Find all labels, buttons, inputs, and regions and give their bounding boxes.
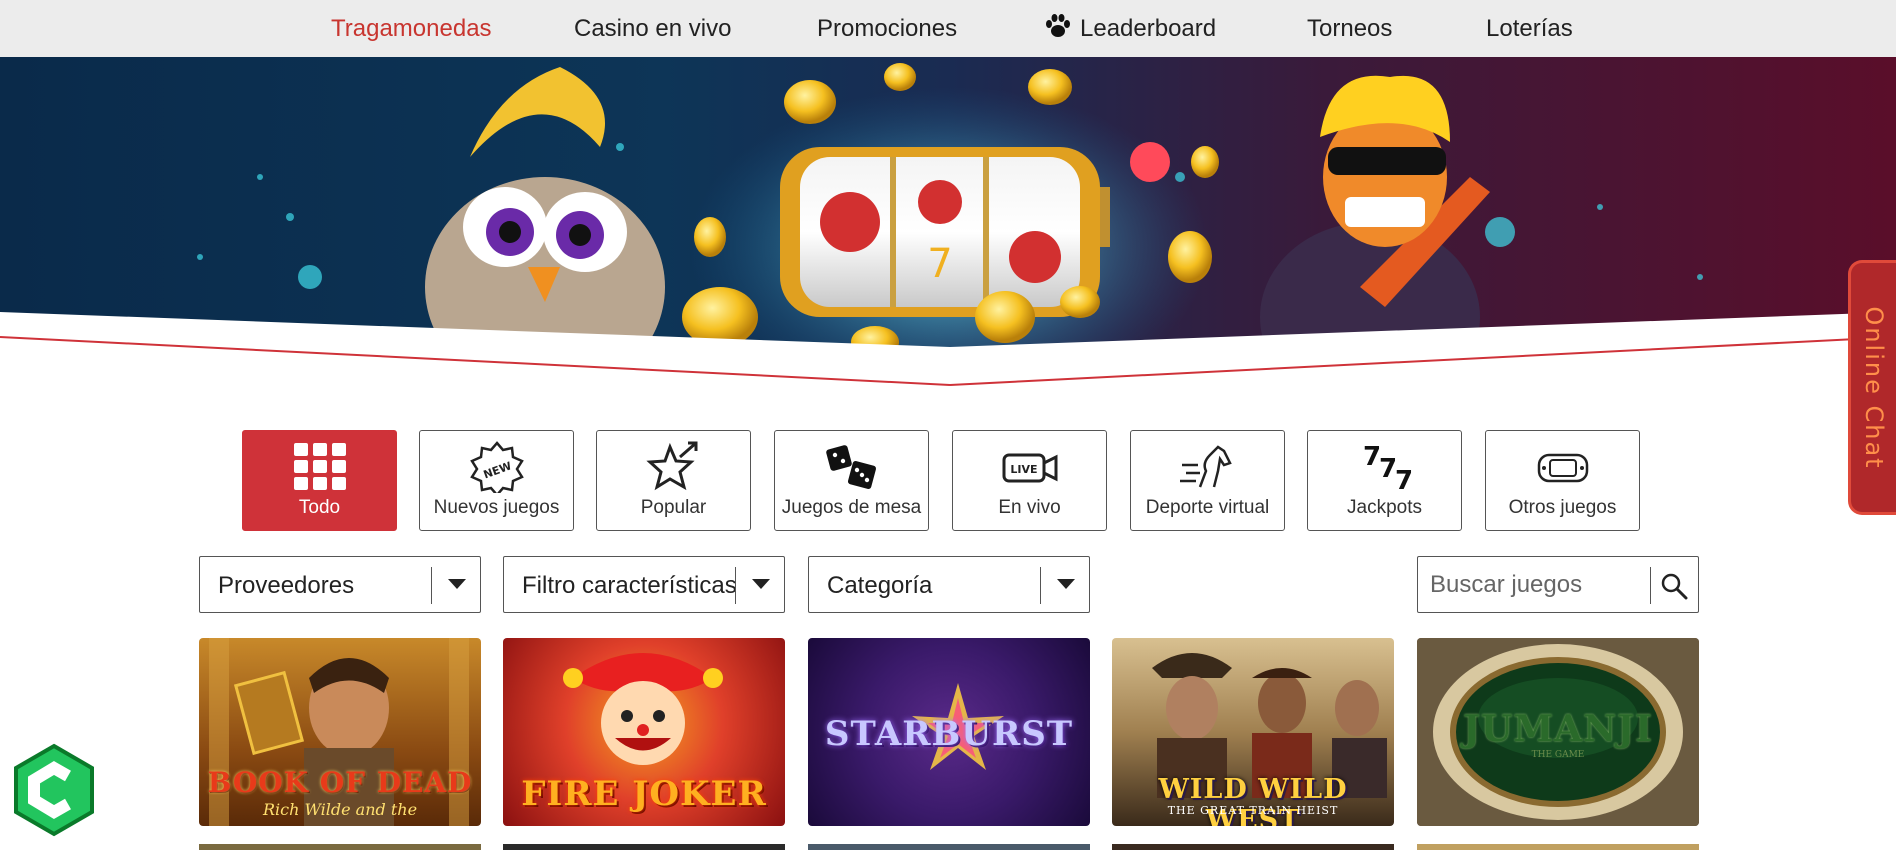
nav-item-leaderboard[interactable]: Leaderboard — [1044, 0, 1216, 57]
dropdown-separator — [735, 567, 736, 604]
horse-icon — [1179, 445, 1232, 488]
category-juegos-de-mesa-label: Juegos de mesa — [781, 497, 922, 518]
category-jackpots[interactable]: 7 7 7 Jackpots — [1307, 430, 1462, 531]
providers-dropdown-label: Proveedores — [218, 572, 355, 599]
features-filter-dropdown-label: Filtro características — [522, 572, 737, 599]
online-chat-tab[interactable]: Online Chat — [1848, 260, 1896, 515]
game-tile-partial[interactable] — [503, 844, 785, 850]
gamepad-icon — [1537, 453, 1588, 483]
game-subtitle: THE GAME — [1531, 750, 1585, 760]
chevron-down-icon — [752, 579, 770, 589]
svg-text:LIVE: LIVE — [1010, 463, 1037, 476]
category-en-vivo-label: En vivo — [998, 497, 1061, 518]
svg-text:NEW: NEW — [481, 459, 513, 481]
nav-item-casino-en-vivo[interactable]: Casino en vivo — [574, 0, 731, 57]
category-deporte-virtual[interactable]: Deporte virtual — [1130, 430, 1285, 531]
game-tile-partial[interactable] — [1112, 844, 1394, 850]
search-icon[interactable] — [1660, 572, 1688, 600]
hero-artwork: 7 — [0, 57, 1896, 387]
game-title: BOOK OF DEAD — [207, 766, 473, 799]
nav-item-tragamonedas[interactable]: Tragamonedas — [331, 0, 492, 57]
game-search-box — [1417, 556, 1699, 613]
game-subtitle: THE GREAT TRAIN HEIST — [1167, 804, 1339, 817]
svg-text:7: 7 — [927, 241, 952, 287]
dropdown-separator — [431, 567, 432, 604]
nav-item-loterias[interactable]: Loterías — [1486, 0, 1573, 57]
nav-item-promociones[interactable]: Promociones — [817, 0, 957, 57]
game-title: JUMANJI — [1463, 708, 1653, 750]
game-subtitle: Rich Wilde and the — [262, 800, 418, 819]
nav-item-torneos[interactable]: Torneos — [1307, 0, 1392, 57]
game-tile-starburst[interactable]: STARBURST — [808, 638, 1090, 826]
category-popular[interactable]: Popular — [596, 430, 751, 531]
online-chat-label: Online Chat — [1859, 305, 1888, 470]
category-otros-juegos-label: Otros juegos — [1508, 497, 1617, 518]
chevron-down-icon — [1057, 579, 1075, 589]
search-input[interactable] — [1430, 565, 1640, 605]
game-tile-jumanji[interactable]: JUMANJI THE GAME — [1417, 638, 1699, 826]
chevron-down-icon — [448, 579, 466, 589]
providers-dropdown[interactable]: Proveedores — [199, 556, 481, 613]
paw-icon — [1046, 14, 1070, 37]
dice-icon — [825, 445, 876, 490]
category-popular-label: Popular — [640, 497, 707, 518]
category-otros-juegos[interactable]: Otros juegos — [1485, 430, 1640, 531]
game-tile-wild-wild-west[interactable]: WILD WILD WEST THE GREAT TRAIN HEIST — [1112, 638, 1394, 826]
category-dropdown[interactable]: Categoría — [808, 556, 1090, 613]
game-title: FIRE JOKER — [521, 774, 767, 814]
game-tile-partial[interactable] — [808, 844, 1090, 850]
sevens-icon: 7 7 7 — [1363, 442, 1413, 493]
category-nuevos-juegos-label: Nuevos juegos — [433, 497, 560, 518]
brand-logo[interactable] — [10, 742, 98, 838]
category-jackpots-label: Jackpots — [1347, 497, 1422, 518]
svg-text:7: 7 — [1395, 466, 1413, 493]
category-deporte-virtual-label: Deporte virtual — [1145, 497, 1270, 518]
game-tile-partial[interactable] — [199, 844, 481, 850]
top-navigation: Tragamonedas Casino en vivo Promociones … — [0, 0, 1896, 57]
game-title: WILD WILD WEST — [1158, 774, 1348, 826]
game-title: STARBURST — [824, 714, 1074, 754]
category-nuevos-juegos[interactable]: NEW Nuevos juegos — [419, 430, 574, 531]
game-tile-book-of-dead[interactable]: BOOK OF DEAD Rich Wilde and the — [199, 638, 481, 826]
star-arrow-icon — [645, 441, 697, 491]
game-tile-fire-joker[interactable]: FIRE JOKER — [503, 638, 785, 826]
category-juegos-de-mesa[interactable]: Juegos de mesa — [774, 430, 929, 531]
features-filter-dropdown[interactable]: Filtro características — [503, 556, 785, 613]
category-todo[interactable]: Todo — [242, 430, 397, 531]
grid-icon — [293, 443, 346, 490]
game-tile-partial[interactable] — [1417, 844, 1699, 850]
search-separator — [1650, 567, 1651, 604]
dropdown-separator — [1040, 567, 1041, 604]
new-badge-icon: NEW — [469, 441, 524, 493]
category-dropdown-label: Categoría — [827, 572, 933, 599]
category-en-vivo[interactable]: LIVE En vivo — [952, 430, 1107, 531]
nav-item-leaderboard-label: Leaderboard — [1080, 15, 1217, 42]
category-todo-label: Todo — [298, 497, 341, 518]
hero-banner[interactable]: 7 — [0, 57, 1896, 387]
live-camera-icon: LIVE — [1002, 453, 1057, 483]
